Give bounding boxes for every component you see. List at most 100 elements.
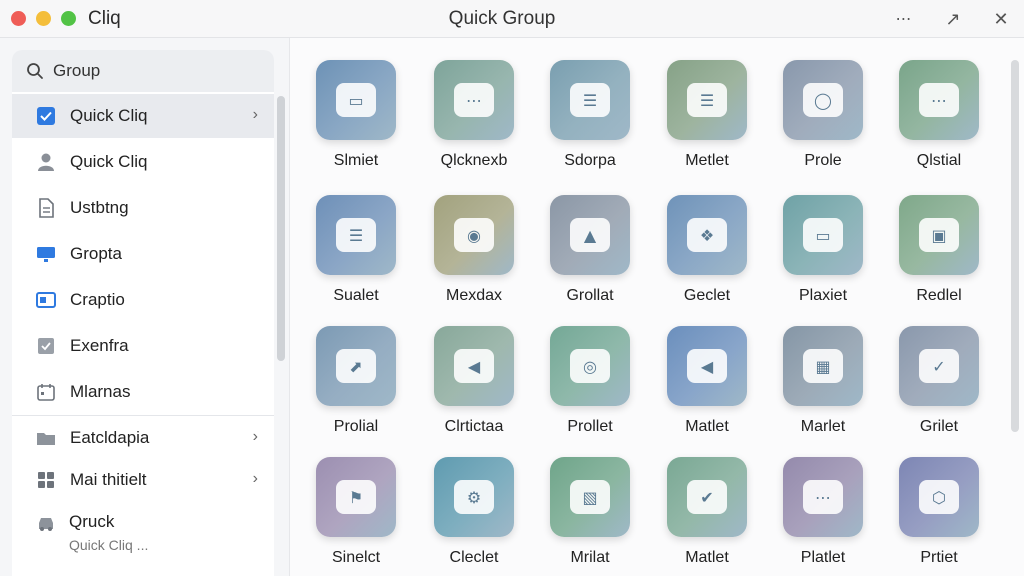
chat-dots-icon[interactable]: ⋯ bbox=[899, 60, 979, 140]
app-tile[interactable]: ◀ Clrtictaa bbox=[424, 326, 524, 456]
sidebar-item-label: Eatcldapia bbox=[70, 428, 150, 447]
app-tile[interactable]: ⚑ Sinelct bbox=[306, 457, 406, 576]
app-grid: ▭ Slmiet ⋯ Qlcknexb ☰ Sdorpa ☰ Metlet ◯ Prole ⋯ Qls… bbox=[290, 38, 1024, 576]
sidebar-item-mlarnas[interactable]: Mlarnas bbox=[12, 370, 274, 414]
sidebar-item-label: Quick Cliq bbox=[70, 152, 148, 171]
app-tile[interactable]: ◉ Mexdax bbox=[424, 195, 524, 325]
icon-glyph: ⋯ bbox=[454, 83, 494, 117]
app-tile[interactable]: ☰ Metlet bbox=[657, 60, 757, 190]
icon-glyph: ◯ bbox=[803, 83, 843, 117]
app-tile[interactable]: ◎ Prollet bbox=[540, 326, 640, 456]
app-tile-label: Sualet bbox=[333, 287, 379, 304]
app-tile-label: Mrilat bbox=[570, 549, 610, 566]
app-tile-label: Grilet bbox=[919, 418, 959, 435]
sidebar-item-eatcldapia[interactable]: Eatcldapia › bbox=[12, 416, 274, 460]
chat-check-icon[interactable]: ✓ bbox=[899, 326, 979, 406]
sidebar-item-quick-cliq[interactable]: Quick Cliq › bbox=[12, 94, 274, 138]
chevron-right-icon: › bbox=[252, 106, 258, 123]
compass-icon[interactable]: ⬈ bbox=[316, 326, 396, 406]
sidebar-scrollbar[interactable] bbox=[277, 96, 285, 361]
bandage-icon[interactable]: ◉ bbox=[434, 195, 514, 275]
chat-bubble-icon[interactable]: ⋯ bbox=[434, 60, 514, 140]
title-bar: Cliq Quick Group ⋯ ↗ ✕ bbox=[0, 0, 1024, 38]
app-tile[interactable]: ◯ Prole bbox=[773, 60, 873, 190]
app-tile[interactable]: ▣ Redlel bbox=[889, 195, 989, 325]
popout-icon[interactable]: ↗ bbox=[940, 6, 966, 32]
app-tile[interactable]: ⋯ Qlstial bbox=[889, 60, 989, 190]
app-tile[interactable]: ❖ Geclet bbox=[657, 195, 757, 325]
app-tile-label: Qlstial bbox=[916, 152, 962, 169]
app-tile[interactable]: ☰ Sualet bbox=[306, 195, 406, 325]
image-card-icon[interactable]: ▲ bbox=[550, 195, 630, 275]
app-tile[interactable]: ☰ Sdorpa bbox=[540, 60, 640, 190]
icon-glyph: ⋯ bbox=[919, 83, 959, 117]
sidebar-item-mai-thitielt[interactable]: Mai thitielt › bbox=[12, 458, 274, 502]
app-tile-label: Matlet bbox=[685, 418, 729, 435]
dashboard-icon[interactable]: ▦ bbox=[783, 326, 863, 406]
speaker-icon[interactable]: ◀ bbox=[667, 326, 747, 406]
folder-icon bbox=[36, 428, 56, 448]
sidebar-item-label: Craptio bbox=[70, 290, 125, 309]
app-tile-label: Redlel bbox=[916, 287, 962, 304]
icon-glyph: ⬈ bbox=[336, 349, 376, 383]
app-tile[interactable]: ▧ Mrilat bbox=[540, 457, 640, 576]
id-card-chat-icon[interactable]: ▭ bbox=[316, 60, 396, 140]
flag-icon[interactable]: ⚑ bbox=[316, 457, 396, 537]
icon-glyph: ⬡ bbox=[919, 480, 959, 514]
icon-glyph: ❖ bbox=[687, 218, 727, 252]
main-scrollbar[interactable] bbox=[1011, 60, 1019, 432]
megaphone-icon[interactable]: ◀ bbox=[434, 326, 514, 406]
sidebar-item-exenfra[interactable]: Exenfra bbox=[12, 324, 274, 368]
sidebar-item-craptio[interactable]: Craptio bbox=[12, 278, 274, 322]
app-tile[interactable]: ✓ Grilet bbox=[889, 326, 989, 456]
app-tile[interactable]: ▭ Slmiet bbox=[306, 60, 406, 190]
app-tile[interactable]: ▭ Plaxiet bbox=[773, 195, 873, 325]
news-card-icon[interactable]: ▣ bbox=[899, 195, 979, 275]
icon-glyph: ⚑ bbox=[336, 480, 376, 514]
icon-glyph: ⋯ bbox=[803, 480, 843, 514]
app-tile[interactable]: ✔ Matlet bbox=[657, 457, 757, 576]
more-options-icon[interactable]: ⋯ bbox=[891, 6, 917, 32]
icon-glyph: ▧ bbox=[570, 480, 610, 514]
app-tile-label: Sdorpa bbox=[564, 152, 616, 169]
app-tile-label: Mexdax bbox=[445, 287, 503, 304]
app-tile-label: Prolial bbox=[333, 418, 379, 435]
sidebar-item-ustbtng[interactable]: Ustbtng bbox=[12, 186, 274, 230]
sidebar-item-label: Ustbtng bbox=[70, 198, 129, 217]
calendar-icon bbox=[36, 382, 56, 402]
signal-icon[interactable]: ◎ bbox=[550, 326, 630, 406]
grid-icon bbox=[36, 470, 56, 490]
calendar-app-icon[interactable]: ❖ bbox=[667, 195, 747, 275]
app-tile-label: Metlet bbox=[685, 152, 729, 169]
sidebar-search[interactable]: Group bbox=[12, 50, 274, 92]
sidebar-item-subtitle: Quick Cliq ... bbox=[69, 537, 149, 553]
app-tile[interactable]: ▦ Marlet bbox=[773, 326, 873, 456]
icon-glyph: ✔ bbox=[687, 480, 727, 514]
sidebar-item-quick-cliq-user[interactable]: Quick Cliq bbox=[12, 140, 274, 184]
app-tile[interactable]: ⬈ Prolial bbox=[306, 326, 406, 456]
list-chat-icon[interactable]: ☰ bbox=[667, 60, 747, 140]
close-icon[interactable]: ✕ bbox=[988, 6, 1014, 32]
sidebar-item-qruck[interactable]: Qruck Quick Cliq ... bbox=[12, 508, 274, 568]
app-tile[interactable]: ⋯ Qlcknexb bbox=[424, 60, 524, 190]
sidebar-item-label: Mlarnas bbox=[70, 382, 131, 401]
inbox-check-icon[interactable]: ✔ bbox=[667, 457, 747, 537]
app-tile-label: Prollet bbox=[567, 418, 613, 435]
app-tile[interactable]: ⋯ Platlet bbox=[773, 457, 873, 576]
car-icon bbox=[36, 514, 56, 534]
speech-bubble-icon[interactable]: ◯ bbox=[783, 60, 863, 140]
ellipsis-bubble-icon[interactable]: ⋯ bbox=[783, 457, 863, 537]
puzzle-icon[interactable]: ▧ bbox=[550, 457, 630, 537]
gear-icon[interactable]: ⚙ bbox=[434, 457, 514, 537]
app-tile[interactable]: ⬡ Prtiet bbox=[889, 457, 989, 576]
app-tile[interactable]: ▲ Grollat bbox=[540, 195, 640, 325]
filter-chat-icon[interactable]: ☰ bbox=[550, 60, 630, 140]
app-tile[interactable]: ◀ Matlet bbox=[657, 326, 757, 456]
shield-chat-icon[interactable]: ⬡ bbox=[899, 457, 979, 537]
app-tile-label: Matlet bbox=[685, 549, 729, 566]
tablet-icon[interactable]: ▭ bbox=[783, 195, 863, 275]
search-label: Group bbox=[53, 61, 101, 80]
message-box-icon[interactable]: ☰ bbox=[316, 195, 396, 275]
app-tile[interactable]: ⚙ Cleclet bbox=[424, 457, 524, 576]
sidebar-item-gropta[interactable]: Gropta bbox=[12, 232, 274, 276]
